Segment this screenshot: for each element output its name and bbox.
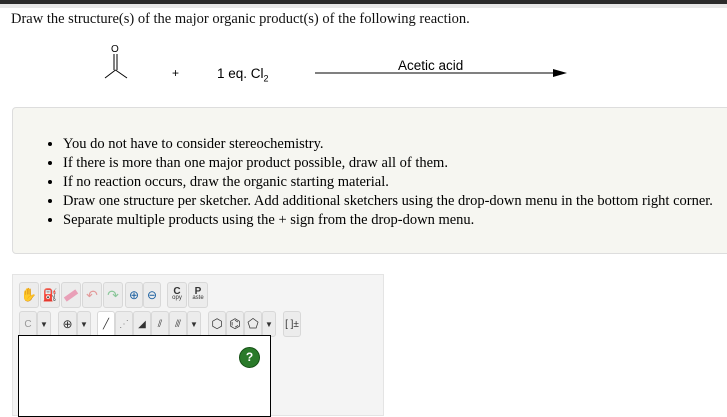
charge-dropdown[interactable]: ▼ [77,311,91,337]
hand-icon: ✋ [20,287,38,302]
atom-button[interactable]: C [19,311,37,337]
redo-icon: ↷ [107,286,119,303]
zoom-in-button[interactable]: ⊕ [125,282,143,308]
wedge-bond-button[interactable]: ◢ [133,311,151,337]
atom-dropdown[interactable]: ▼ [37,311,51,337]
acetone-structure: O [104,44,128,79]
single-bond-icon: ╱ [102,318,110,330]
hexagon-icon: ⬡ [211,316,223,331]
pan-button[interactable]: ✋ [19,282,39,308]
instruction-item: If no reaction occurs, draw the organic … [63,173,713,192]
sketcher-canvas[interactable] [18,335,271,417]
undo-button[interactable]: ↶ [82,282,102,308]
paste-button[interactable]: Paste [188,282,208,308]
help-icon[interactable]: ? [239,347,260,368]
top-strip [0,4,727,8]
reagent-subscript: 2 [263,73,269,84]
instruction-item: Separate multiple products using the + s… [63,211,713,230]
hashed-bond-button[interactable]: ⋰ [115,311,133,337]
eraser-icon [63,288,79,302]
redo-button[interactable]: ↷ [103,282,123,308]
zoom-in-icon: ⊕ [128,288,140,302]
copy-button[interactable]: Copy [167,282,187,308]
pentagon-icon: ⬠ [247,316,259,331]
reaction-arrow [315,69,567,77]
triple-bond-icon: ⫻ [175,318,181,330]
benzene-button[interactable]: ⌬ [226,311,244,337]
cyclopentane-button[interactable]: ⬠ [244,311,262,337]
ring-dropdown[interactable]: ▼ [262,311,276,337]
reagent: 1 eq. Cl2 [217,66,269,84]
question-text: Draw the structure(s) of the major organ… [11,11,470,27]
zoom-out-button[interactable]: ⊖ [143,282,161,308]
charge-button[interactable]: ⊕ [58,311,77,337]
hashed-bond-icon: ⋰ [119,318,129,330]
svg-text:O: O [111,44,119,55]
bracket-button[interactable]: [ ]± [283,311,301,337]
clear-button[interactable]: ⛽ [40,282,60,308]
triple-bond-button[interactable]: ⫻ [169,311,187,337]
copy-label-sub: opy [172,295,182,301]
instruction-item: Draw one structure per sketcher. Add add… [63,192,713,211]
plus-sign: + [172,66,180,80]
zoom-out-icon: ⊖ [146,288,158,302]
paste-label-sub: aste [192,295,204,301]
charge-plus-icon: ⊕ [62,317,73,331]
copy-label: C [173,286,181,297]
instruction-item: You do not have to consider stereochemis… [63,135,713,154]
benzene-icon: ⌬ [229,316,241,331]
bond-dropdown[interactable]: ▼ [187,311,201,337]
paste-label: P [194,286,202,297]
instructions-box: You do not have to consider stereochemis… [12,107,727,254]
single-bond-button[interactable]: ╱ [97,311,115,337]
reagent-text: 1 eq. Cl [217,66,264,81]
undo-icon: ↶ [86,286,98,303]
clear-bottle-icon: ⛽ [42,288,58,302]
double-bond-button[interactable]: ⫽ [151,311,169,337]
double-bond-icon: ⫽ [157,318,163,330]
wedge-bond-icon: ◢ [138,318,146,330]
instruction-item: If there is more than one major product … [63,154,713,173]
cyclohexane-button[interactable]: ⬡ [208,311,226,337]
erase-button[interactable] [61,282,81,308]
